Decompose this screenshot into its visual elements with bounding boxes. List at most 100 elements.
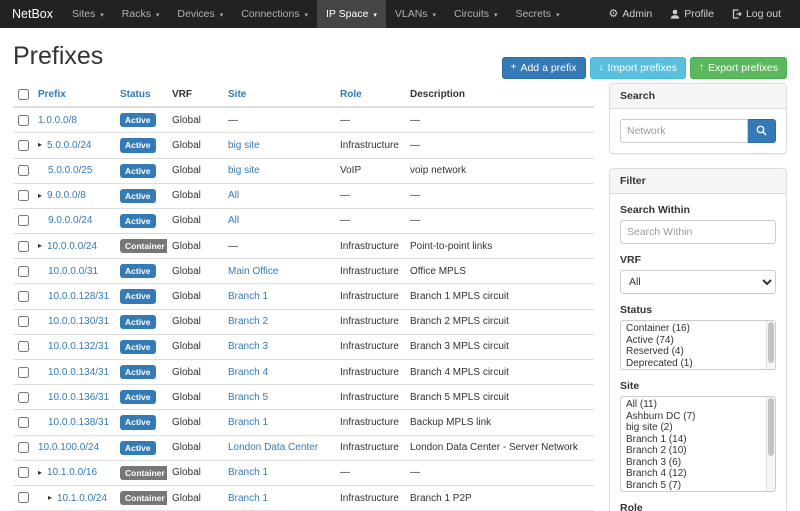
row-checkbox[interactable] — [18, 392, 29, 403]
site-link[interactable]: big site — [228, 140, 260, 151]
row-checkbox[interactable] — [18, 341, 29, 352]
prefix-link[interactable]: 10.0.0.130/31 — [48, 316, 109, 327]
prefix-link[interactable]: 10.1.0.0/16 — [47, 467, 97, 478]
prefix-link[interactable]: 10.0.100.0/24 — [38, 442, 99, 453]
column-header[interactable]: Status — [115, 83, 167, 107]
prefix-cell-content: ▸ 1.0.0.0/8 — [38, 115, 110, 126]
prefix-link[interactable]: 10.0.0.0/24 — [47, 241, 97, 252]
status-badge: Active — [120, 138, 156, 152]
listbox-option[interactable]: Deprecated (1) — [621, 358, 775, 370]
prefix-link[interactable]: 10.0.0.132/31 — [48, 341, 109, 352]
prefix-link[interactable]: 10.0.0.138/31 — [48, 417, 109, 428]
row-checkbox[interactable] — [18, 165, 29, 176]
row-checkbox[interactable] — [18, 140, 29, 151]
select-all-checkbox[interactable] — [18, 89, 29, 100]
prefix-link[interactable]: 9.0.0.0/8 — [47, 190, 86, 201]
listbox-option[interactable]: Ashburn DC (7) — [621, 411, 775, 423]
site-link[interactable]: Branch 1 — [228, 291, 268, 302]
row-checkbox[interactable] — [18, 266, 29, 277]
status-listbox[interactable]: Container (16)Active (74)Reserved (4)Dep… — [620, 320, 776, 370]
site-listbox[interactable]: All (11)Ashburn DC (7)big site (2)Branch… — [620, 396, 776, 492]
nav-item-racks[interactable]: Racks ▾ — [113, 0, 169, 28]
nav-item-circuits[interactable]: Circuits ▾ — [445, 0, 506, 28]
search-button[interactable] — [748, 119, 776, 143]
row-checkbox[interactable] — [18, 417, 29, 428]
site-link[interactable]: All — [228, 190, 239, 201]
expand-icon: ▸ — [38, 242, 47, 250]
site-link[interactable]: Branch 1 — [228, 467, 268, 478]
listbox-option[interactable]: Branch 1 (14) — [621, 434, 775, 446]
profile-link[interactable]: Profile — [661, 0, 723, 28]
row-checkbox[interactable] — [18, 115, 29, 126]
export-prefixes-button[interactable]: ↑ Export prefixes — [690, 57, 787, 79]
scrollbar-thumb[interactable] — [768, 398, 774, 456]
site-link[interactable]: Branch 2 — [228, 316, 268, 327]
add-prefix-button[interactable]: + Add a prefix — [502, 57, 586, 79]
scrollbar-thumb[interactable] — [768, 322, 774, 363]
prefix-link[interactable]: 5.0.0.0/25 — [48, 165, 92, 176]
netbox-logo[interactable]: NetBox — [10, 0, 63, 28]
column-header[interactable]: Role — [335, 83, 405, 107]
row-checkbox[interactable] — [18, 367, 29, 378]
prefix-link[interactable]: 5.0.0.0/24 — [47, 140, 91, 151]
row-checkbox[interactable] — [18, 467, 29, 478]
logout-link[interactable]: Log out — [723, 0, 790, 28]
prefix-link[interactable]: 10.0.0.128/31 — [48, 291, 109, 302]
search-input[interactable] — [620, 119, 748, 143]
nav-item-connections[interactable]: Connections ▾ — [232, 0, 317, 28]
site-link[interactable]: London Data Center — [228, 442, 318, 453]
column-header[interactable]: Site — [223, 83, 335, 107]
listbox-option[interactable]: Branch 4 (12) — [621, 468, 775, 480]
row-checkbox[interactable] — [18, 190, 29, 201]
listbox-option[interactable]: Branch 5 (7) — [621, 480, 775, 492]
listbox-option[interactable]: Branch 3 (6) — [621, 457, 775, 469]
prefix-link[interactable]: 10.1.0.0/24 — [57, 493, 107, 504]
export-icon: ↑ — [699, 63, 704, 73]
prefix-link[interactable]: 1.0.0.0/8 — [38, 115, 77, 126]
listbox-option[interactable]: Reserved (4) — [621, 346, 775, 358]
prefix-link[interactable]: 10.0.0.0/31 — [48, 266, 98, 277]
nav-item-devices[interactable]: Devices ▾ — [168, 0, 232, 28]
row-checkbox[interactable] — [18, 241, 29, 252]
site-link[interactable]: Branch 3 — [228, 341, 268, 352]
vrf-select[interactable]: All — [620, 270, 776, 294]
listbox-option[interactable]: SC12-1-24 (0) — [621, 491, 775, 492]
import-prefixes-button[interactable]: ↓ Import prefixes — [590, 57, 686, 79]
scrollbar[interactable] — [766, 397, 775, 491]
row-checkbox[interactable] — [18, 291, 29, 302]
row-checkbox[interactable] — [18, 215, 29, 226]
role-value: Infrastructure — [335, 360, 405, 385]
description-value: — — [405, 460, 594, 485]
column-header[interactable]: Prefix — [33, 83, 115, 107]
row-checkbox[interactable] — [18, 316, 29, 327]
site-link[interactable]: Branch 1 — [228, 493, 268, 504]
prefix-link[interactable]: 10.0.0.136/31 — [48, 392, 109, 403]
search-within-input[interactable] — [620, 220, 776, 244]
site-link[interactable]: Branch 5 — [228, 392, 268, 403]
nav-item-secrets[interactable]: Secrets ▾ — [506, 0, 568, 28]
site-link[interactable]: All — [228, 215, 239, 226]
prefix-cell-content: ▸ 5.0.0.0/25 — [38, 165, 110, 176]
expand-icon: ▸ — [38, 192, 47, 200]
nav-item-sites[interactable]: Sites ▾ — [63, 0, 113, 28]
site-link[interactable]: Main Office — [228, 266, 278, 277]
prefix-link[interactable]: 9.0.0.0/24 — [48, 215, 92, 226]
listbox-option[interactable]: Active (74) — [621, 335, 775, 347]
listbox-option[interactable]: big site (2) — [621, 422, 775, 434]
export-prefixes-label: Export prefixes — [708, 62, 778, 74]
site-link[interactable]: Branch 1 — [228, 417, 268, 428]
listbox-option[interactable]: Branch 2 (10) — [621, 445, 775, 457]
nav-item-ip-space[interactable]: IP Space ▾ — [317, 0, 386, 28]
nav-item-vlans[interactable]: VLANs ▾ — [386, 0, 445, 28]
vrf-value: Global — [167, 410, 223, 435]
admin-link[interactable]: ⚙ Admin — [600, 0, 662, 28]
scrollbar[interactable] — [766, 321, 775, 369]
site-link[interactable]: big site — [228, 165, 260, 176]
listbox-option[interactable]: All (11) — [621, 399, 775, 411]
listbox-option[interactable]: Container (16) — [621, 323, 775, 335]
row-checkbox[interactable] — [18, 492, 29, 503]
site-link[interactable]: Branch 4 — [228, 367, 268, 378]
description-value: Branch 1 P2P — [405, 485, 594, 510]
row-checkbox[interactable] — [18, 442, 29, 453]
prefix-link[interactable]: 10.0.0.134/31 — [48, 367, 109, 378]
